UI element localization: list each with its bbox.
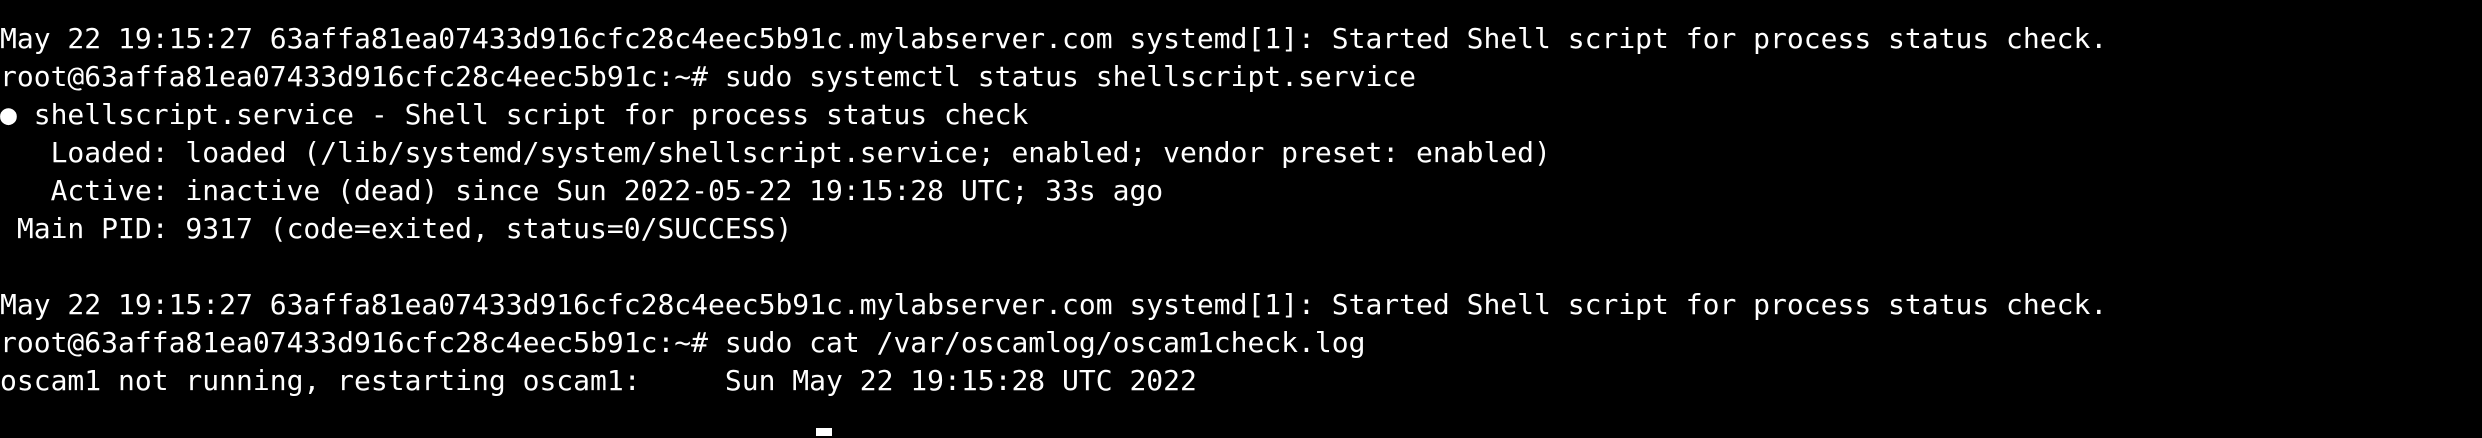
terminal-line-log-output: oscam1 not running, restarting oscam1: S… (0, 364, 1197, 397)
terminal-window[interactable]: May 22 19:15:27 63affa81ea07433d916cfc28… (0, 0, 2482, 436)
terminal-line-prompt-systemctl-status: root@63affa81ea07433d916cfc28c4eec5b91c:… (0, 60, 1417, 93)
terminal-cursor (816, 428, 832, 436)
terminal-line-journal-started-1: May 22 19:15:27 63affa81ea07433d916cfc28… (0, 22, 2108, 55)
terminal-line-active-status: Active: inactive (dead) since Sun 2022-0… (0, 174, 1164, 207)
terminal-line-main-pid: Main PID: 9317 (code=exited, status=0/SU… (0, 212, 793, 245)
terminal-line-loaded-status: Loaded: loaded (/lib/systemd/system/shel… (0, 136, 1551, 169)
terminal-line-journal-started-2: May 22 19:15:27 63affa81ea07433d916cfc28… (0, 288, 2108, 321)
terminal-line-service-header: ● shellscript.service - Shell script for… (0, 98, 1029, 131)
terminal-line-prompt-cat-log: root@63affa81ea07433d916cfc28c4eec5b91c:… (0, 326, 1366, 359)
